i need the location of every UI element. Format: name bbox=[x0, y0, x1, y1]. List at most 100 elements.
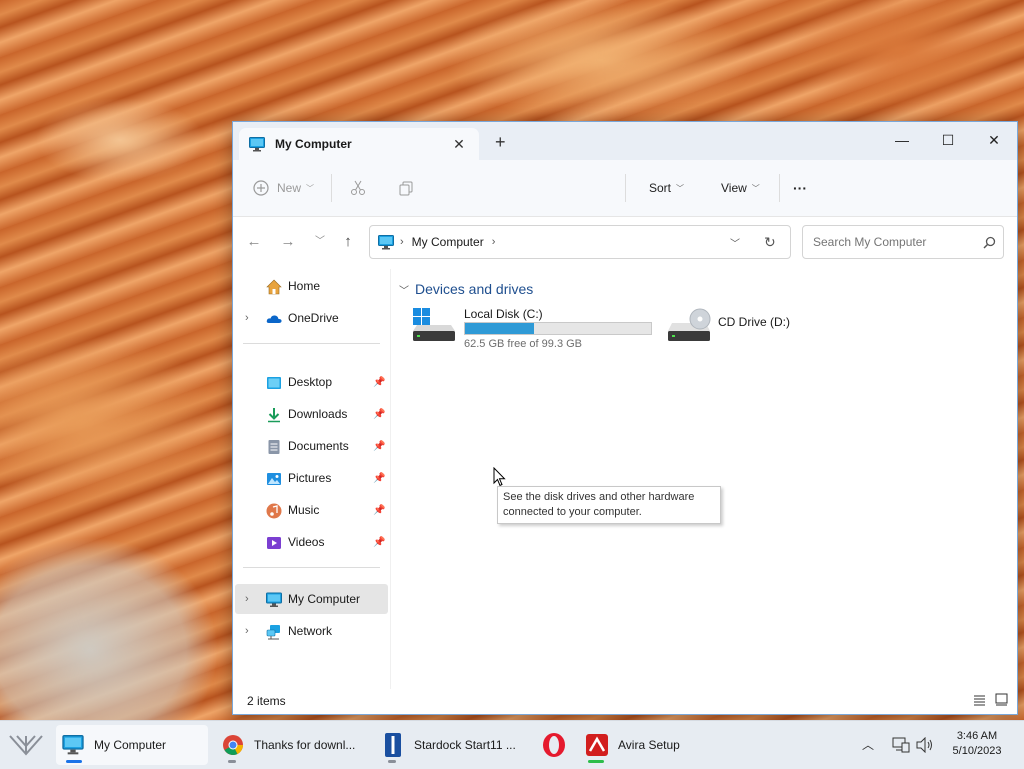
address-dropdown-icon[interactable]: ﹀ bbox=[730, 235, 740, 250]
download-icon bbox=[268, 408, 280, 423]
hard-drive-icon bbox=[413, 308, 455, 341]
view-label: View bbox=[721, 181, 747, 195]
command-bar: New ﹀ Sort ﹀ View ﹀ ··· bbox=[233, 160, 1017, 217]
chevron-right-icon[interactable]: › bbox=[245, 312, 249, 324]
sidebar-divider bbox=[243, 343, 380, 344]
more-options-button[interactable]: ··· bbox=[793, 178, 807, 198]
sidebar-item-my-computer[interactable]: › My Computer bbox=[235, 584, 388, 614]
drive-name: Local Disk (C:) bbox=[464, 307, 543, 321]
taskbar-item-stardock[interactable]: Stardock Start11 ... bbox=[376, 725, 528, 765]
mouse-cursor-icon bbox=[493, 467, 506, 487]
address-row: ← → ﹀ ↑ › My Computer › ﹀ ↻ bbox=[233, 217, 1017, 269]
start-logo-icon bbox=[9, 735, 43, 756]
breadcrumb-my-computer[interactable]: My Computer bbox=[412, 235, 484, 249]
document-icon bbox=[268, 440, 280, 454]
chevron-down-icon: ﹀ bbox=[306, 183, 315, 193]
show-hidden-icons-chevron-icon[interactable]: ︿ bbox=[862, 736, 874, 753]
sidebar-item-music[interactable]: Music 📌 bbox=[235, 495, 388, 525]
sidebar-item-onedrive[interactable]: › OneDrive bbox=[235, 303, 388, 333]
item-count: 2 items bbox=[247, 694, 286, 708]
title-bar[interactable]: My Computer ✕ + — ☐ ✕ bbox=[233, 122, 1017, 160]
details-view-icon[interactable] bbox=[973, 694, 986, 706]
minimize-button[interactable]: — bbox=[879, 126, 925, 154]
network-tray-icon[interactable] bbox=[892, 737, 910, 753]
chevron-down-icon[interactable]: ﹀ bbox=[399, 282, 409, 297]
recent-locations-chevron-icon[interactable]: ﹀ bbox=[309, 231, 331, 253]
sidebar-item-downloads[interactable]: Downloads 📌 bbox=[235, 399, 388, 429]
chevron-down-icon: ﹀ bbox=[751, 183, 760, 193]
maximize-button[interactable]: ☐ bbox=[925, 126, 971, 154]
forward-arrow-icon[interactable]: → bbox=[277, 231, 299, 253]
cd-drive-icon bbox=[668, 308, 711, 341]
opera-icon bbox=[543, 733, 565, 757]
drive-item-c[interactable]: Local Disk (C:) 62.5 GB free of 99.3 GB bbox=[411, 307, 652, 355]
group-header-devices[interactable]: ﹀ Devices and drives bbox=[399, 281, 533, 297]
new-button[interactable]: New ﹀ bbox=[253, 178, 314, 198]
home-icon bbox=[266, 279, 282, 295]
running-indicator bbox=[588, 760, 604, 763]
drive-usage-bar bbox=[464, 322, 652, 335]
network-icon bbox=[266, 625, 280, 640]
drive-name: CD Drive (D:) bbox=[718, 315, 790, 329]
taskbar-item-avira[interactable]: Avira Setup bbox=[582, 725, 732, 765]
tooltip: See the disk drives and other hardware c… bbox=[497, 486, 721, 524]
content-pane: ﹀ Devices and drives Local Disk (C:) 62.… bbox=[391, 269, 1017, 689]
cut-button[interactable] bbox=[350, 178, 366, 198]
pin-icon: 📌 bbox=[373, 376, 386, 388]
up-arrow-icon[interactable]: ↑ bbox=[337, 231, 359, 253]
clock[interactable]: 3:46 AM 5/10/2023 bbox=[944, 729, 1010, 759]
computer-icon bbox=[249, 136, 265, 151]
chevron-right-icon[interactable]: › bbox=[245, 593, 249, 605]
running-indicator bbox=[228, 760, 236, 763]
stardock-icon bbox=[385, 733, 401, 757]
computer-icon bbox=[62, 735, 84, 755]
sidebar-item-home[interactable]: Home bbox=[235, 271, 388, 301]
tab-my-computer[interactable]: My Computer ✕ bbox=[239, 128, 479, 160]
running-indicator bbox=[388, 760, 396, 763]
large-icons-view-icon[interactable] bbox=[995, 693, 1008, 706]
drive-item-d[interactable]: CD Drive (D:) bbox=[666, 307, 816, 355]
sidebar-item-network[interactable]: › Network bbox=[235, 616, 388, 646]
refresh-icon[interactable]: ↻ bbox=[764, 234, 776, 251]
start-button[interactable] bbox=[6, 725, 46, 765]
chevron-right-icon[interactable]: › bbox=[245, 625, 249, 637]
sidebar-item-documents[interactable]: Documents 📌 bbox=[235, 431, 388, 461]
copy-button[interactable] bbox=[398, 178, 414, 198]
search-box[interactable] bbox=[802, 225, 1004, 259]
new-tab-button[interactable]: + bbox=[495, 132, 506, 153]
chevron-right-icon[interactable]: › bbox=[400, 236, 404, 248]
sidebar-item-label: Downloads bbox=[288, 407, 348, 421]
chevron-right-icon[interactable]: › bbox=[492, 236, 496, 248]
taskbar-item-my-computer[interactable]: My Computer bbox=[56, 725, 208, 765]
taskbar-item-opera[interactable] bbox=[536, 725, 572, 765]
pin-icon: 📌 bbox=[373, 504, 386, 516]
sidebar-item-videos[interactable]: Videos 📌 bbox=[235, 527, 388, 557]
copy-icon bbox=[399, 181, 413, 196]
toolbar-divider bbox=[625, 174, 626, 202]
taskbar-item-label: Avira Setup bbox=[618, 738, 680, 752]
desktop-icon bbox=[267, 377, 281, 389]
back-arrow-icon[interactable]: ← bbox=[243, 231, 265, 253]
clock-date: 5/10/2023 bbox=[952, 745, 1002, 757]
sidebar-item-desktop[interactable]: Desktop 📌 bbox=[235, 367, 388, 397]
volume-icon[interactable] bbox=[916, 737, 934, 753]
sidebar-item-label: My Computer bbox=[288, 592, 361, 606]
plus-circle-icon bbox=[253, 180, 269, 196]
sidebar-item-pictures[interactable]: Pictures 📌 bbox=[235, 463, 388, 493]
sidebar-item-label: Pictures bbox=[288, 471, 332, 485]
sidebar-item-label: OneDrive bbox=[288, 311, 339, 325]
sidebar-item-label: Music bbox=[288, 503, 320, 517]
taskbar-item-chrome[interactable]: Thanks for downl... bbox=[216, 725, 368, 765]
tab-title: My Computer bbox=[275, 137, 352, 151]
address-bar[interactable]: › My Computer › ﹀ ↻ bbox=[369, 225, 791, 259]
close-button[interactable]: ✕ bbox=[971, 126, 1017, 154]
search-input[interactable] bbox=[811, 234, 975, 250]
sort-button[interactable]: Sort ﹀ bbox=[649, 178, 684, 198]
search-icon[interactable] bbox=[983, 236, 996, 249]
view-button[interactable]: View ﹀ bbox=[721, 178, 760, 198]
sidebar-divider bbox=[243, 567, 380, 568]
cloud-icon bbox=[266, 315, 282, 323]
sidebar-item-label: Network bbox=[288, 624, 333, 638]
video-icon bbox=[267, 537, 281, 549]
tab-close-button[interactable]: ✕ bbox=[447, 136, 471, 153]
